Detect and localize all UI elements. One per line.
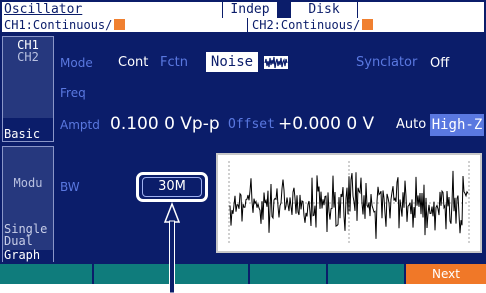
offset-value[interactable]: +0.000 0 V [278, 114, 374, 134]
ch2-status: CH2:Continuous/ [248, 18, 484, 32]
waveform-graph [216, 153, 482, 253]
ch2-output-indicator [362, 19, 374, 30]
synclator-value[interactable]: Off [430, 56, 449, 71]
tab-single-dual[interactable]: Single Dual [2, 218, 54, 250]
auto-label: Auto [396, 117, 427, 132]
page-title: Oscillator [2, 2, 222, 18]
offset-label: Offset [228, 117, 275, 132]
softkey-2[interactable] [94, 264, 170, 284]
ch1-output-indicator [114, 19, 126, 30]
lcd-display: Oscillator Indep Disk CH1:Continuous/ CH… [0, 0, 486, 284]
bw-label: BW [60, 180, 80, 194]
mode-value[interactable]: Cont [118, 55, 148, 70]
indep-indicator: Indep [222, 2, 278, 18]
tab-channel-select[interactable]: CH1 CH2 [2, 36, 54, 118]
freq-label: Freq [60, 86, 86, 100]
softkey-4[interactable] [250, 264, 326, 284]
softkey-5[interactable] [328, 264, 404, 284]
synclator-label: Synclator [356, 55, 418, 70]
tab-modu[interactable]: Modu [2, 146, 54, 218]
amptd-label: Amptd [60, 118, 100, 132]
tab-basic[interactable]: Basic [2, 118, 54, 142]
softkey-1[interactable] [0, 264, 92, 284]
tab-ch1[interactable]: CH1 [3, 37, 53, 51]
tab-ch2[interactable]: CH2 [3, 51, 53, 63]
mode-label: Mode [60, 56, 93, 70]
disk-indicator: Disk [290, 2, 358, 18]
tab-graph[interactable]: Graph [2, 249, 54, 262]
fctn-value[interactable]: Noise [206, 52, 258, 72]
next-button[interactable]: Next [406, 264, 486, 284]
noise-waveform-icon [264, 56, 288, 69]
header-blank [358, 2, 484, 18]
bw-value-field[interactable]: 30M [142, 177, 202, 197]
oscillator-screen: Oscillator Indep Disk CH1:Continuous/ CH… [0, 0, 486, 293]
ch2-status-text: CH2:Continuous/ [252, 18, 361, 32]
fctn-label: Fctn [160, 55, 188, 70]
amptd-value[interactable]: 0.100 0 Vp-p [110, 114, 220, 134]
ch1-status-text: CH1:Continuous/ [4, 18, 113, 32]
ch1-status: CH1:Continuous/ [2, 18, 248, 32]
load-value[interactable]: High-Z [430, 114, 484, 136]
tab-dual[interactable]: Dual [4, 235, 53, 247]
softkey-bar: Next [0, 264, 486, 284]
softkey-3[interactable] [172, 264, 248, 284]
